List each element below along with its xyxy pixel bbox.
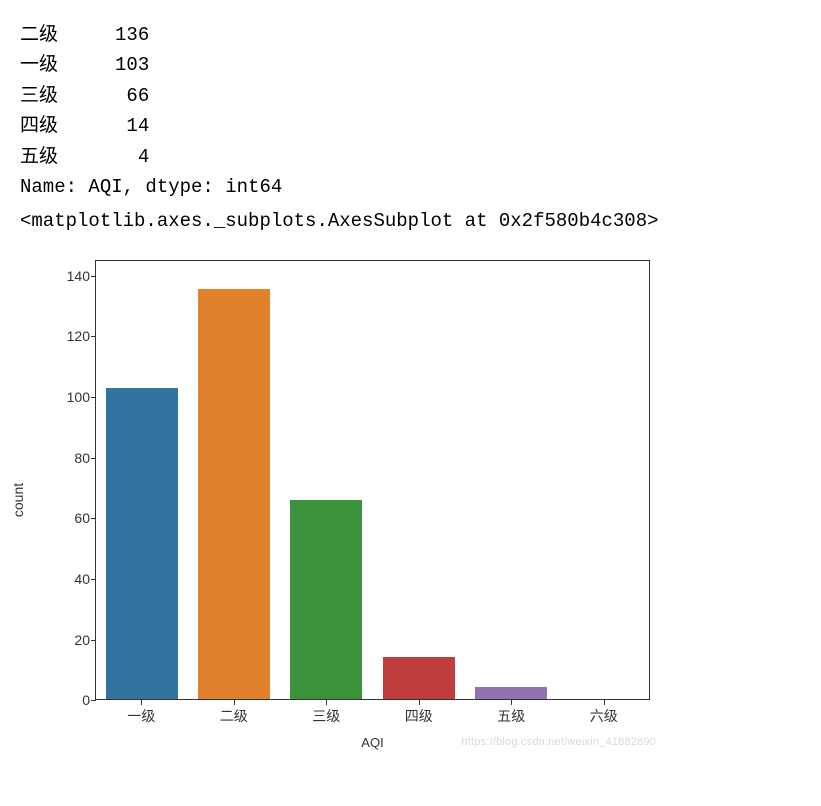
bar (475, 687, 547, 699)
y-tick: 140 (50, 268, 90, 284)
y-tick: 40 (50, 571, 90, 587)
x-tick: 二级 (220, 706, 248, 726)
bar (290, 500, 362, 699)
y-axis-label: count (10, 483, 26, 517)
x-tick: 五级 (497, 706, 525, 726)
y-tick: 60 (50, 510, 90, 526)
bar (106, 388, 178, 699)
y-tick: 100 (50, 389, 90, 405)
axes-repr: <matplotlib.axes._subplots.AxesSubplot a… (20, 210, 801, 232)
y-tick: 20 (50, 632, 90, 648)
y-tick: 120 (50, 328, 90, 344)
x-tick: 一级 (127, 706, 155, 726)
x-axis-label: AQI (361, 735, 383, 750)
bar-chart: count 020406080100120140 AQI 一级二级三级四级五级六… (20, 250, 660, 750)
series-output: 二级 136 一级 103 三级 66 四级 14 五级 4 Name: AQI… (20, 20, 801, 202)
x-tick: 三级 (312, 706, 340, 726)
bar (198, 289, 270, 700)
plot-area (95, 260, 650, 700)
y-tick: 80 (50, 450, 90, 466)
x-tick: 四级 (405, 706, 433, 726)
y-axis: 020406080100120140 (50, 260, 90, 700)
bar (383, 657, 455, 699)
y-tick: 0 (50, 692, 90, 708)
x-tick: 六级 (590, 706, 618, 726)
watermark: https://blog.csdn.net/weixin_41882890 (461, 736, 656, 748)
